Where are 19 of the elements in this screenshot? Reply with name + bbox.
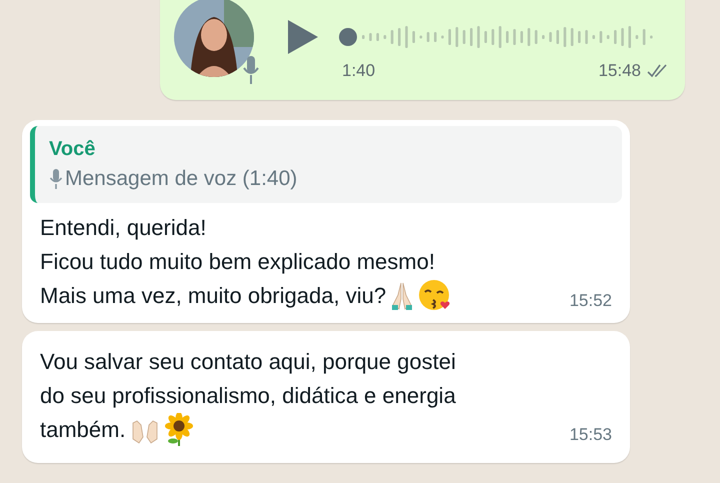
voice-duration: 1:40 — [342, 61, 376, 81]
sunflower-icon — [164, 413, 194, 447]
message-text: Vou salvar seu contato aqui, porque gostei — [40, 348, 457, 376]
quote-text: Mensagem de voz (1:40) — [65, 167, 298, 191]
message-text: Ficou tudo muito bem explicado mesmo! — [40, 248, 436, 276]
message-text: também. — [40, 416, 126, 444]
kissing-face-icon — [418, 279, 452, 313]
message-time: 15:52 — [569, 291, 612, 311]
play-icon[interactable] — [286, 19, 320, 55]
quote-author: Você — [49, 138, 96, 161]
message-time: 15:53 — [569, 425, 612, 445]
message-text: Entendi, querida! — [40, 214, 208, 242]
microphone-icon — [242, 55, 260, 85]
quoted-message[interactable]: Você Mensagem de voz (1:40) — [30, 126, 622, 203]
message-text: do seu profissionalismo, didática e energia — [40, 382, 457, 410]
microphone-icon — [49, 168, 63, 190]
message-time: 15:48 — [598, 61, 641, 81]
playback-thumb[interactable] — [338, 27, 358, 47]
message-text: Mais uma vez, muito obrigada, viu? — [40, 282, 386, 310]
